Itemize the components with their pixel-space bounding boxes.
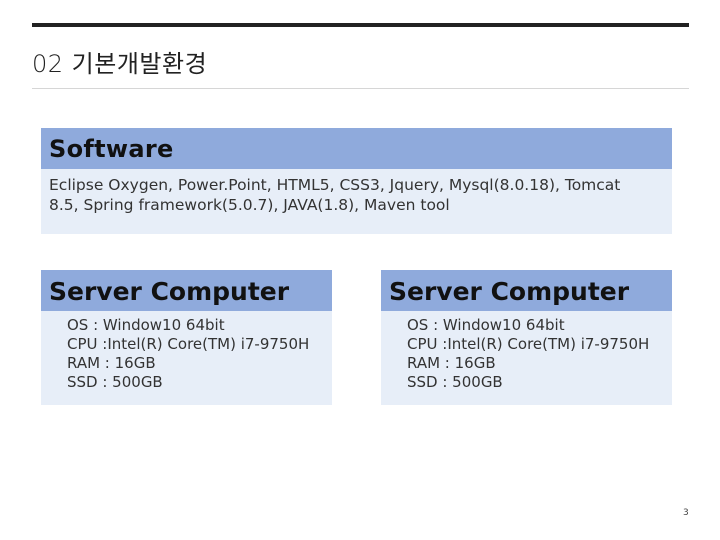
spec-ssd: SSD : 500GB xyxy=(67,373,163,391)
spec-cpu: CPU :Intel(R) Core(TM) i7-9750H xyxy=(407,335,650,353)
server-heading: Server Computer xyxy=(381,270,672,311)
server-computer-panel-right: Server Computer OS : Window10 64bit CPU … xyxy=(381,270,672,405)
server-specs: OS : Window10 64bit CPU :Intel(R) Core(T… xyxy=(381,311,672,392)
spec-os: OS : Window10 64bit xyxy=(67,316,225,334)
software-line: 8.5, Spring framework(5.0.7), JAVA(1.8),… xyxy=(49,196,450,214)
top-rule xyxy=(32,23,689,27)
spec-ram: RAM : 16GB xyxy=(407,354,496,372)
spec-cpu: CPU :Intel(R) Core(TM) i7-9750H xyxy=(67,335,310,353)
server-heading: Server Computer xyxy=(41,270,332,311)
slide-title: 02 기본개발환경 xyxy=(32,50,208,78)
server-computer-panel-left: Server Computer OS : Window10 64bit CPU … xyxy=(41,270,332,405)
software-panel: Software Eclipse Oxygen, Power.Point, HT… xyxy=(41,128,672,234)
server-specs: OS : Window10 64bit CPU :Intel(R) Core(T… xyxy=(41,311,332,392)
spec-ssd: SSD : 500GB xyxy=(407,373,503,391)
page-number: 3 xyxy=(683,508,689,518)
spec-ram: RAM : 16GB xyxy=(67,354,156,372)
software-body: Eclipse Oxygen, Power.Point, HTML5, CSS3… xyxy=(41,169,672,215)
title-divider xyxy=(32,88,689,89)
spec-os: OS : Window10 64bit xyxy=(407,316,565,334)
software-line: Eclipse Oxygen, Power.Point, HTML5, CSS3… xyxy=(49,176,621,194)
software-heading: Software xyxy=(41,128,672,169)
